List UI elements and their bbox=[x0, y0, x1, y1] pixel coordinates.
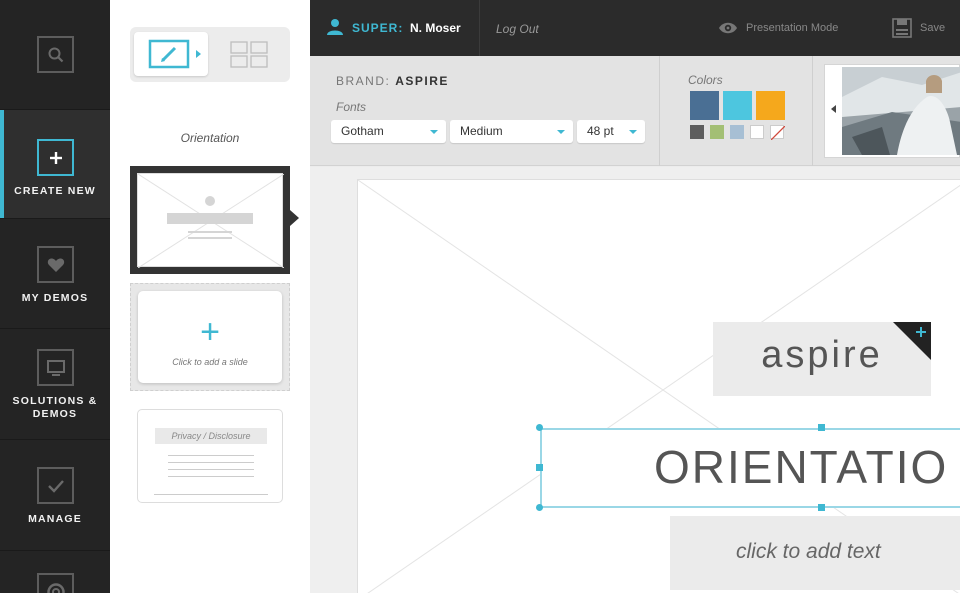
font-family-value: Gotham bbox=[341, 124, 384, 138]
brand-photo-image bbox=[842, 67, 960, 155]
slide-title: ORIENTATIO bbox=[654, 441, 949, 493]
subtitle-placeholder: click to add text bbox=[736, 540, 881, 563]
text-line bbox=[168, 462, 254, 463]
primary-color-swatch[interactable] bbox=[723, 91, 752, 120]
font-weight-value: Medium bbox=[460, 124, 503, 138]
secondary-color-swatch[interactable] bbox=[710, 125, 724, 139]
primary-color-swatch[interactable] bbox=[756, 91, 785, 120]
selection-pointer bbox=[290, 210, 299, 226]
font-size-value: 48 pt bbox=[587, 124, 614, 138]
text-line bbox=[168, 469, 254, 470]
brand-photo[interactable] bbox=[842, 67, 960, 155]
sidebar-item-create-new[interactable]: CREATE NEW bbox=[0, 110, 118, 218]
edit-view-button[interactable] bbox=[134, 32, 208, 76]
top-bar: SUPER: N. Moser Log Out Presentation Mod… bbox=[310, 0, 960, 56]
disclosure-title: Privacy / Disclosure bbox=[155, 428, 267, 444]
fonts-label: Fonts bbox=[336, 100, 367, 114]
lifebuoy-icon bbox=[37, 573, 74, 593]
no-color-swatch[interactable] bbox=[770, 125, 786, 141]
sidebar-item-search[interactable] bbox=[0, 0, 110, 109]
brand-name: ASPIRE bbox=[395, 74, 449, 88]
slide-thumbnail-preview bbox=[137, 173, 285, 269]
add-slide-card: + Click to add a slide bbox=[138, 291, 282, 383]
add-slide-button[interactable]: + Click to add a slide bbox=[130, 283, 290, 391]
section-divider bbox=[659, 56, 660, 166]
brand-label: BRAND: ASPIRE bbox=[336, 74, 449, 88]
text-line bbox=[168, 455, 254, 456]
brand-prefix: BRAND: bbox=[336, 74, 391, 88]
section-divider bbox=[812, 56, 813, 166]
add-slide-label: Click to add a slide bbox=[172, 357, 248, 367]
monitor-icon bbox=[37, 349, 74, 386]
eye-icon bbox=[719, 22, 737, 34]
active-indicator bbox=[0, 110, 4, 218]
sidebar-item-label: MY DEMOS bbox=[21, 292, 89, 304]
subtitle-text-box[interactable]: click to add text bbox=[670, 516, 960, 590]
plus-icon: + bbox=[200, 313, 220, 351]
floppy-disk-icon bbox=[892, 18, 912, 38]
chevron-down-icon bbox=[557, 130, 565, 134]
sidebar-item-label: CREATE NEW bbox=[14, 185, 96, 197]
sidebar-item-solutions-demos[interactable]: SOLUTIONS & DEMOS bbox=[0, 329, 110, 439]
sidebar-item-label: SOLUTIONS & DEMOS bbox=[12, 395, 98, 420]
slide-thumbnail-selected[interactable] bbox=[130, 166, 299, 274]
font-family-select[interactable]: Gotham bbox=[331, 120, 446, 143]
edit-view-icon bbox=[148, 39, 201, 69]
resize-handle-left[interactable] bbox=[536, 464, 543, 471]
font-weight-select[interactable]: Medium bbox=[450, 120, 573, 143]
search-icon bbox=[37, 36, 74, 73]
resize-handle-bottom[interactable] bbox=[818, 504, 825, 511]
secondary-color-swatch[interactable] bbox=[750, 125, 764, 139]
resize-handle-top[interactable] bbox=[818, 424, 825, 431]
chevron-down-icon bbox=[430, 130, 438, 134]
colors-label: Colors bbox=[688, 73, 723, 87]
secondary-color-swatch[interactable] bbox=[730, 125, 744, 139]
app-window: CREATE NEW MY DEMOS SOLUTIONS & DEMOS MA… bbox=[0, 0, 960, 593]
checkmark-icon bbox=[37, 467, 74, 504]
font-size-select[interactable]: 48 pt bbox=[577, 120, 645, 143]
topbar-divider bbox=[479, 0, 480, 56]
text-line bbox=[154, 494, 268, 495]
grid-view-icon bbox=[230, 41, 268, 68]
resize-handle-top-left[interactable] bbox=[536, 424, 543, 431]
primary-color-swatch[interactable] bbox=[690, 91, 719, 120]
slides-panel: Orientation + Click to add a slide Priva… bbox=[110, 0, 310, 593]
user-name: N. Moser bbox=[410, 21, 461, 35]
carousel-prev-icon[interactable] bbox=[831, 105, 836, 113]
sidebar-item-support[interactable] bbox=[0, 551, 110, 593]
sidebar-item-label: MANAGE bbox=[28, 513, 82, 525]
slide-thumbnail-disclosure[interactable]: Privacy / Disclosure bbox=[137, 409, 283, 503]
heart-icon bbox=[37, 246, 74, 283]
resize-handle-bottom-left[interactable] bbox=[536, 504, 543, 511]
role-label: SUPER: bbox=[352, 21, 404, 35]
brand-settings-bar: BRAND: ASPIRE Fonts Gotham Medium 48 pt … bbox=[310, 56, 960, 166]
presentation-mode-label: Presentation Mode bbox=[746, 22, 839, 34]
section-label: Orientation bbox=[180, 131, 240, 145]
title-text-box[interactable]: ORIENTATIO bbox=[540, 428, 960, 508]
main-sidebar: CREATE NEW MY DEMOS SOLUTIONS & DEMOS MA… bbox=[0, 0, 118, 593]
logout-link[interactable]: Log Out bbox=[496, 22, 539, 36]
slide-layout-icon bbox=[137, 173, 285, 269]
text-line bbox=[168, 476, 254, 477]
add-element-corner[interactable] bbox=[893, 322, 931, 360]
brand-image-carousel bbox=[824, 64, 960, 158]
chevron-down-icon bbox=[629, 130, 637, 134]
save-label: Save bbox=[920, 22, 946, 34]
sidebar-item-my-demos[interactable]: MY DEMOS bbox=[0, 219, 110, 328]
secondary-color-swatch[interactable] bbox=[690, 125, 704, 139]
sidebar-item-manage[interactable]: MANAGE bbox=[0, 440, 110, 550]
view-toggle bbox=[130, 27, 290, 82]
user-icon bbox=[327, 19, 343, 35]
plus-square-icon bbox=[37, 139, 74, 176]
presentation-mode-button[interactable]: Presentation Mode bbox=[718, 18, 838, 38]
save-button[interactable]: Save bbox=[892, 17, 945, 39]
grid-view-button[interactable] bbox=[230, 41, 268, 68]
